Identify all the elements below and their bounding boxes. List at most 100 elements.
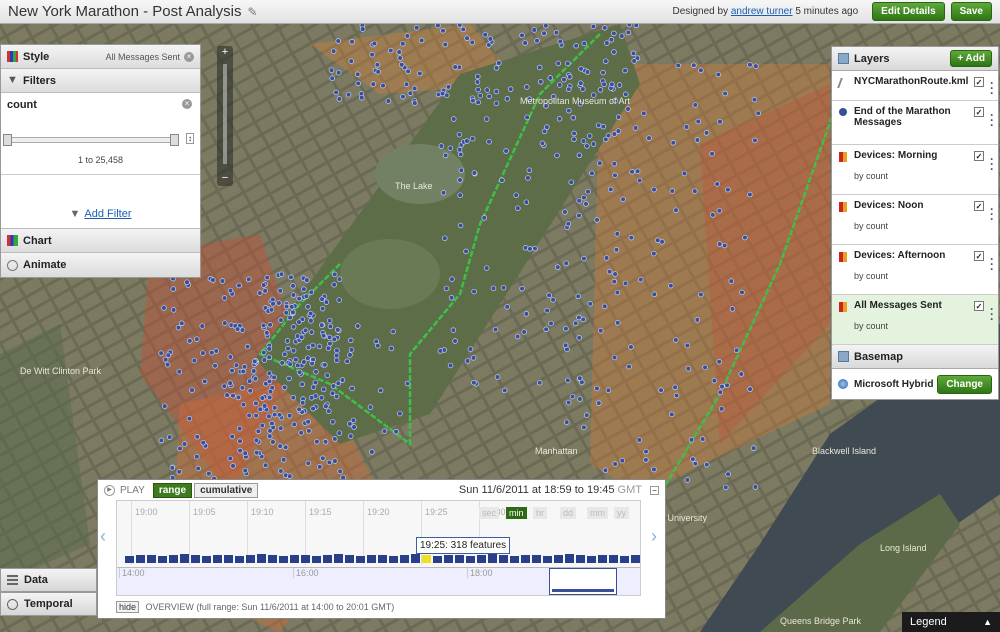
legend-toggle[interactable]: Legend ▲: [902, 612, 1000, 632]
layer-item[interactable]: Devices: Afternoon by count ✓ · · ·: [832, 245, 998, 295]
layer-checkbox[interactable]: ✓: [974, 251, 984, 261]
time-unit-yy[interactable]: yy: [614, 507, 629, 519]
time-unit-mm[interactable]: mm: [587, 507, 608, 519]
timeline-bar[interactable]: [213, 555, 222, 563]
timeline-bar[interactable]: [554, 555, 563, 563]
timeline-bar[interactable]: [631, 555, 640, 563]
zoom-out-icon[interactable]: −: [217, 172, 233, 184]
cumulative-toggle[interactable]: cumulative: [194, 482, 259, 498]
layer-checkbox[interactable]: ✓: [974, 107, 984, 117]
timeline-bar[interactable]: [455, 555, 464, 563]
timeline-bar[interactable]: [510, 556, 519, 563]
timeline-bar[interactable]: [191, 555, 200, 563]
save-button[interactable]: Save: [950, 2, 992, 21]
more-icon[interactable]: · · ·: [989, 109, 995, 131]
timeline-bar[interactable]: [224, 555, 233, 563]
add-filter-link[interactable]: Add Filter: [84, 208, 131, 220]
animate-header[interactable]: Animate: [1, 253, 200, 277]
timeline-bar[interactable]: [422, 555, 431, 563]
timeline-bar[interactable]: [411, 554, 420, 563]
hide-button[interactable]: hide: [116, 601, 140, 613]
next-arrow-icon[interactable]: ›: [651, 526, 657, 547]
prev-arrow-icon[interactable]: ‹: [100, 526, 106, 547]
minimize-icon[interactable]: −: [650, 485, 659, 495]
style-header[interactable]: Style All Messages Sent ×: [1, 45, 200, 69]
timeline-bar[interactable]: [323, 555, 332, 563]
timeline-bar[interactable]: [389, 556, 398, 563]
more-icon[interactable]: · · ·: [989, 253, 995, 275]
timeline-bar[interactable]: [279, 556, 288, 563]
timeline-bar[interactable]: [466, 556, 475, 563]
time-unit-hr[interactable]: hr: [533, 507, 548, 519]
timeline-bar[interactable]: [202, 556, 211, 563]
filters-header[interactable]: ▼ Filters: [1, 69, 200, 93]
timeline-bar[interactable]: [136, 555, 145, 563]
zoom-in-icon[interactable]: +: [217, 46, 233, 58]
remove-filter-icon[interactable]: ×: [182, 99, 192, 109]
overview-window[interactable]: [549, 568, 617, 595]
data-tab[interactable]: Data: [0, 568, 97, 592]
timeline-bar[interactable]: [521, 555, 530, 563]
timeline-bar[interactable]: [587, 556, 596, 563]
range-toggle[interactable]: range: [152, 482, 193, 498]
layer-item-selected[interactable]: All Messages Sent by count ✓ · · ·: [832, 295, 998, 345]
time-unit-dd[interactable]: dd: [560, 507, 577, 519]
more-icon[interactable]: · · ·: [989, 203, 995, 225]
layer-item[interactable]: Devices: Morning by count ✓ · · ·: [832, 145, 998, 195]
timeline-bar[interactable]: [433, 556, 442, 563]
edit-title-icon[interactable]: ✎: [247, 5, 257, 19]
author-link[interactable]: andrew turner: [731, 6, 793, 17]
timeline-bar[interactable]: [268, 555, 277, 563]
layer-checkbox[interactable]: ✓: [974, 151, 984, 161]
timeline-bar[interactable]: [378, 555, 387, 563]
time-unit-sec[interactable]: sec: [479, 507, 500, 519]
timeline-bar[interactable]: [598, 555, 607, 563]
timeline-bar[interactable]: [477, 555, 486, 563]
timeline-bar[interactable]: [620, 556, 629, 563]
timeline-bar[interactable]: [246, 555, 255, 563]
timeline-bar[interactable]: [532, 555, 541, 563]
timeline-bar[interactable]: [169, 555, 178, 563]
timeline-bar[interactable]: [356, 556, 365, 563]
timeline-bar[interactable]: [334, 554, 343, 563]
more-icon[interactable]: · · ·: [989, 303, 995, 325]
timeline-bar[interactable]: [158, 556, 167, 563]
change-basemap-button[interactable]: Change: [937, 374, 992, 394]
slider-max-handle[interactable]: [170, 134, 179, 146]
edit-details-button[interactable]: Edit Details: [872, 2, 945, 21]
timeline-bar[interactable]: [180, 554, 189, 563]
add-layer-button[interactable]: + Add: [950, 50, 992, 67]
timeline-bar[interactable]: [257, 554, 266, 563]
slider-options-icon[interactable]: ↕: [186, 133, 194, 144]
timeline-bar[interactable]: [543, 556, 552, 563]
time-unit-min[interactable]: min: [506, 507, 527, 519]
layer-checkbox[interactable]: ✓: [974, 201, 984, 211]
play-label[interactable]: PLAY: [120, 485, 145, 496]
timeline-bar[interactable]: [345, 555, 354, 563]
slider-min-handle[interactable]: [3, 134, 12, 146]
timeline-bar[interactable]: [125, 556, 134, 563]
timeline-chart[interactable]: 19:0019:0519:1019:1519:2019:2519:30 secm…: [116, 500, 641, 596]
layer-checkbox[interactable]: ✓: [974, 77, 984, 87]
timeline-bar[interactable]: [444, 555, 453, 563]
more-icon[interactable]: · · ·: [989, 153, 995, 175]
zoom-track[interactable]: [223, 64, 227, 164]
more-icon[interactable]: · · ·: [989, 77, 995, 99]
play-icon[interactable]: ▶: [104, 484, 115, 496]
overview-strip[interactable]: 14:00 16:00 18:00: [117, 567, 640, 595]
timeline-bar[interactable]: [565, 554, 574, 563]
count-slider[interactable]: [3, 134, 179, 146]
zoom-control[interactable]: + −: [217, 46, 233, 186]
timeline-bar[interactable]: [367, 555, 376, 563]
timeline-bar[interactable]: [400, 555, 409, 563]
layer-item[interactable]: NYCMarathonRoute.kml ✓ · · ·: [832, 71, 998, 101]
timeline-bar[interactable]: [147, 555, 156, 563]
timeline-bar[interactable]: [499, 555, 508, 563]
close-icon[interactable]: ×: [184, 51, 194, 62]
chart-header[interactable]: Chart: [1, 229, 200, 253]
timeline-bar[interactable]: [609, 555, 618, 563]
temporal-tab[interactable]: Temporal: [0, 592, 97, 616]
layer-item[interactable]: Devices: Noon by count ✓ · · ·: [832, 195, 998, 245]
timeline-bar[interactable]: [576, 555, 585, 563]
timeline-bar[interactable]: [290, 555, 299, 563]
